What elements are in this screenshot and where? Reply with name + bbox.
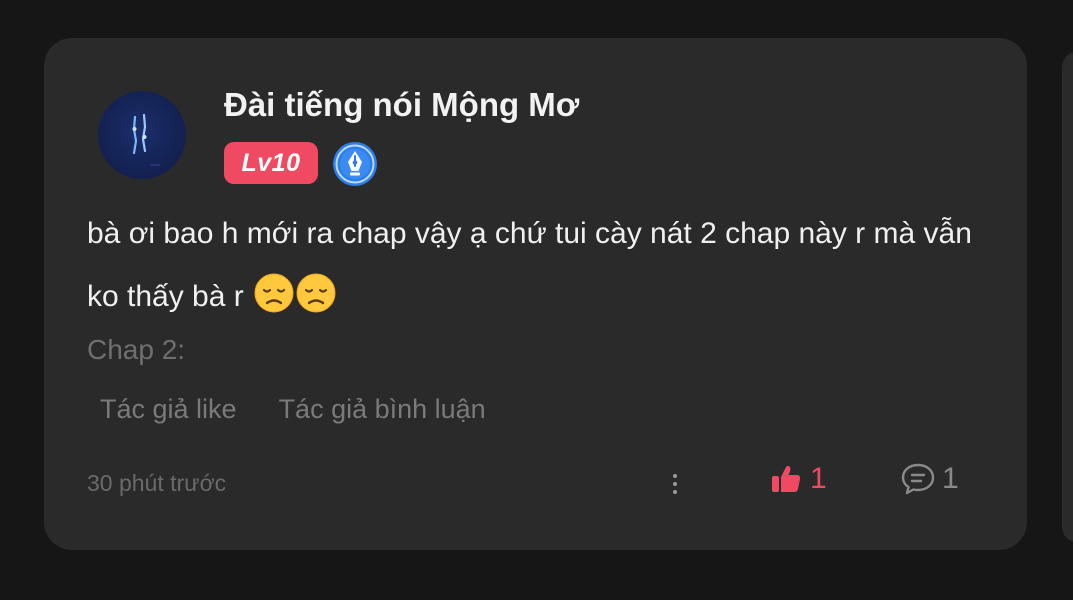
- like-count: 1: [810, 462, 827, 495]
- next-comment-card-edge: [1062, 52, 1073, 542]
- thumbs-up-icon: [772, 465, 801, 492]
- reply-button[interactable]: 1: [900, 462, 959, 496]
- comment-body: bà ơi bao h mới ra chap vậy ạ chứ tui cà…: [87, 217, 972, 313]
- tag-author-liked: Tác giả like: [100, 394, 237, 424]
- comment-icon: [901, 463, 935, 495]
- reply-count: 1: [942, 462, 959, 495]
- more-vertical-icon[interactable]: [665, 466, 685, 502]
- disappointed-face-emoji: [296, 273, 336, 313]
- disappointed-face-emoji: [254, 273, 294, 313]
- avatar[interactable]: [98, 91, 186, 179]
- comment-card: Đài tiếng nói Mộng Mơ Lv10 bà ơi bao h m…: [44, 38, 1027, 550]
- avatar-image: [132, 113, 160, 166]
- comment-text: bà ơi bao h mới ra chap vậy ạ chứ tui cà…: [87, 202, 1007, 328]
- pen-nib-badge-icon: [333, 142, 377, 186]
- tag-author-replied: Tác giả bình luận: [278, 394, 486, 424]
- chapter-label[interactable]: Chap 2:: [87, 334, 185, 366]
- timestamp: 30 phút trước: [87, 470, 227, 496]
- like-button[interactable]: 1: [770, 462, 827, 496]
- username[interactable]: Đài tiếng nói Mộng Mơ: [224, 86, 579, 124]
- author-tags: Tác giả like Tác giả bình luận: [100, 394, 486, 425]
- level-badge: Lv10: [224, 142, 318, 184]
